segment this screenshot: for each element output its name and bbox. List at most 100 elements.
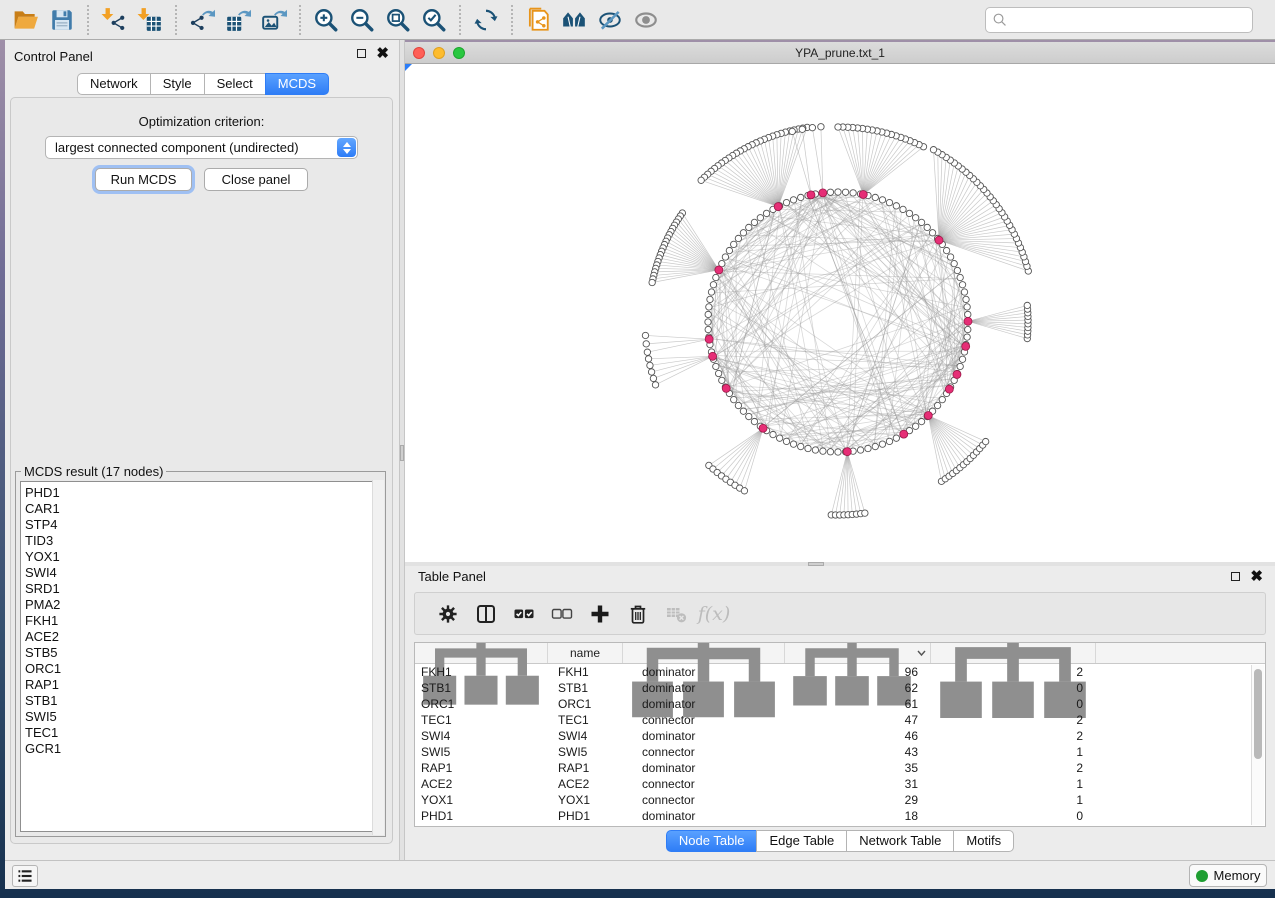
- save-button[interactable]: [44, 3, 80, 37]
- mcds-hub-node[interactable]: [859, 190, 867, 198]
- table-cell: YOX1: [548, 792, 623, 808]
- column-header-shared-name[interactable]: shared name: [415, 643, 548, 663]
- zoom-fit-button[interactable]: [380, 3, 416, 37]
- mcds-hub-node[interactable]: [962, 342, 970, 350]
- mcds-hub-node[interactable]: [774, 203, 782, 211]
- tab-motifs[interactable]: Motifs: [953, 830, 1014, 852]
- select-all-rows-button[interactable]: [505, 596, 543, 632]
- refresh-button[interactable]: [468, 3, 504, 37]
- mcds-hub-node[interactable]: [759, 424, 767, 432]
- table-row[interactable]: ACE2ACE2connector311: [415, 776, 1265, 792]
- optimization-criterion-select[interactable]: largest connected component (undirected): [45, 136, 358, 159]
- table-row[interactable]: SWI5SWI5connector431: [415, 744, 1265, 760]
- import-table-icon: [137, 7, 163, 33]
- tab-node-table[interactable]: Node Table: [666, 830, 757, 852]
- mcds-hub-node[interactable]: [709, 352, 717, 360]
- mcds-hub-node[interactable]: [715, 266, 723, 274]
- task-history-button[interactable]: [12, 865, 38, 887]
- mcds-hub-node[interactable]: [705, 335, 713, 343]
- table-cell: FKH1: [415, 664, 548, 680]
- delete-button[interactable]: [619, 596, 657, 632]
- export-table-button[interactable]: [220, 3, 256, 37]
- column-header-predecessor-nodes[interactable]: predecessor nodes: [931, 643, 1096, 663]
- export-image-button[interactable]: [256, 3, 292, 37]
- close-panel-icon[interactable]: ✖: [376, 48, 389, 59]
- mcds-hub-node[interactable]: [924, 412, 932, 420]
- float-panel-icon[interactable]: [357, 49, 366, 58]
- table-cell: SWI4: [548, 728, 623, 744]
- mcds-hub-node[interactable]: [722, 384, 730, 392]
- mcds-hub-node[interactable]: [945, 385, 953, 393]
- network-window-titlebar[interactable]: YPA_prune.txt_1: [405, 42, 1275, 64]
- zoom-selected-button[interactable]: [416, 3, 452, 37]
- zoom-out-button[interactable]: [344, 3, 380, 37]
- import-network-button[interactable]: [96, 3, 132, 37]
- mcds-result-item: GCR1: [25, 741, 380, 757]
- mcds-hub-node[interactable]: [953, 370, 961, 378]
- tab-network-table[interactable]: Network Table: [846, 830, 953, 852]
- table-row[interactable]: PHD1PHD1dominator180: [415, 808, 1265, 824]
- toolbar-separator: [175, 5, 177, 35]
- mcds-result-item: STB5: [25, 645, 380, 661]
- node-table: shared namenameMCDS rolesuccessor nodesp…: [414, 642, 1266, 827]
- mcds-result-box: MCDS result (17 nodes) PHD1CAR1STP4TID3Y…: [15, 464, 386, 837]
- column-header-name[interactable]: name: [548, 643, 623, 663]
- table-cell: 0: [931, 696, 1096, 712]
- deselect-all-rows-button[interactable]: [543, 596, 581, 632]
- result-scrollbar[interactable]: [372, 480, 384, 835]
- tab-mcds[interactable]: MCDS: [265, 73, 329, 95]
- table-cell: STB1: [415, 680, 548, 696]
- column-selector-button[interactable]: [467, 596, 505, 632]
- table-row[interactable]: ORC1ORC1dominator610: [415, 696, 1265, 712]
- mcds-hub-node[interactable]: [935, 236, 943, 244]
- table-row[interactable]: TEC1TEC1connector472: [415, 712, 1265, 728]
- mcds-hub-node[interactable]: [807, 191, 815, 199]
- column-header-MCDS-role[interactable]: MCDS role: [623, 643, 785, 663]
- float-panel-icon[interactable]: [1231, 572, 1240, 581]
- table-row[interactable]: YOX1YOX1connector291: [415, 792, 1265, 808]
- show-details-button[interactable]: [628, 3, 664, 37]
- mcds-hub-node[interactable]: [819, 189, 827, 197]
- mcds-hub-node[interactable]: [843, 448, 851, 456]
- mcds-hub-node[interactable]: [900, 430, 908, 438]
- table-cell: dominator: [623, 760, 785, 776]
- open-folder-button[interactable]: [8, 3, 44, 37]
- tab-select[interactable]: Select: [204, 73, 265, 95]
- table-cell: dominator: [623, 808, 785, 824]
- tab-edge-table[interactable]: Edge Table: [756, 830, 846, 852]
- export-network-button[interactable]: [184, 3, 220, 37]
- table-row[interactable]: FKH1FKH1dominator962: [415, 664, 1265, 680]
- mcds-hub-node[interactable]: [964, 317, 972, 325]
- tab-style[interactable]: Style: [150, 73, 204, 95]
- zoom-in-button[interactable]: [308, 3, 344, 37]
- search-box[interactable]: [985, 7, 1253, 33]
- close-panel-icon[interactable]: ✖: [1250, 571, 1263, 582]
- network-graph[interactable]: [405, 64, 1275, 562]
- memory-button[interactable]: Memory: [1189, 864, 1267, 887]
- deselect-all-rows-icon: [551, 603, 573, 625]
- table-scrollbar[interactable]: [1251, 665, 1264, 825]
- sort-direction-icon: [917, 649, 926, 657]
- table-row[interactable]: RAP1RAP1dominator352: [415, 760, 1265, 776]
- table-cell: 2: [931, 664, 1096, 680]
- mcds-result-list[interactable]: PHD1CAR1STP4TID3YOX1SWI4SRD1PMA2FKH1ACE2…: [20, 481, 381, 832]
- close-panel-button[interactable]: Close panel: [204, 168, 308, 191]
- memory-status-icon: [1196, 870, 1208, 882]
- network-canvas[interactable]: [405, 64, 1275, 562]
- table-row[interactable]: STB1STB1dominator620: [415, 680, 1265, 696]
- table-row[interactable]: SWI4SWI4dominator462: [415, 728, 1265, 744]
- import-table-button[interactable]: [132, 3, 168, 37]
- run-mcds-button[interactable]: Run MCDS: [95, 168, 192, 191]
- gear-button[interactable]: [429, 596, 467, 632]
- binoculars-button[interactable]: [556, 3, 592, 37]
- search-input[interactable]: [1008, 9, 1252, 31]
- add-button[interactable]: [581, 596, 619, 632]
- table-scrollbar-thumb[interactable]: [1254, 669, 1262, 759]
- control-panel: Control Panel ✖ NetworkStyleSelectMCDS O…: [5, 40, 399, 860]
- mcds-result-item: FKH1: [25, 613, 380, 629]
- hide-details-button[interactable]: [592, 3, 628, 37]
- tab-network[interactable]: Network: [77, 73, 150, 95]
- network-document-button[interactable]: [520, 3, 556, 37]
- table-cell: 35: [785, 760, 931, 776]
- column-header-successor-nodes[interactable]: successor nodes: [785, 643, 931, 663]
